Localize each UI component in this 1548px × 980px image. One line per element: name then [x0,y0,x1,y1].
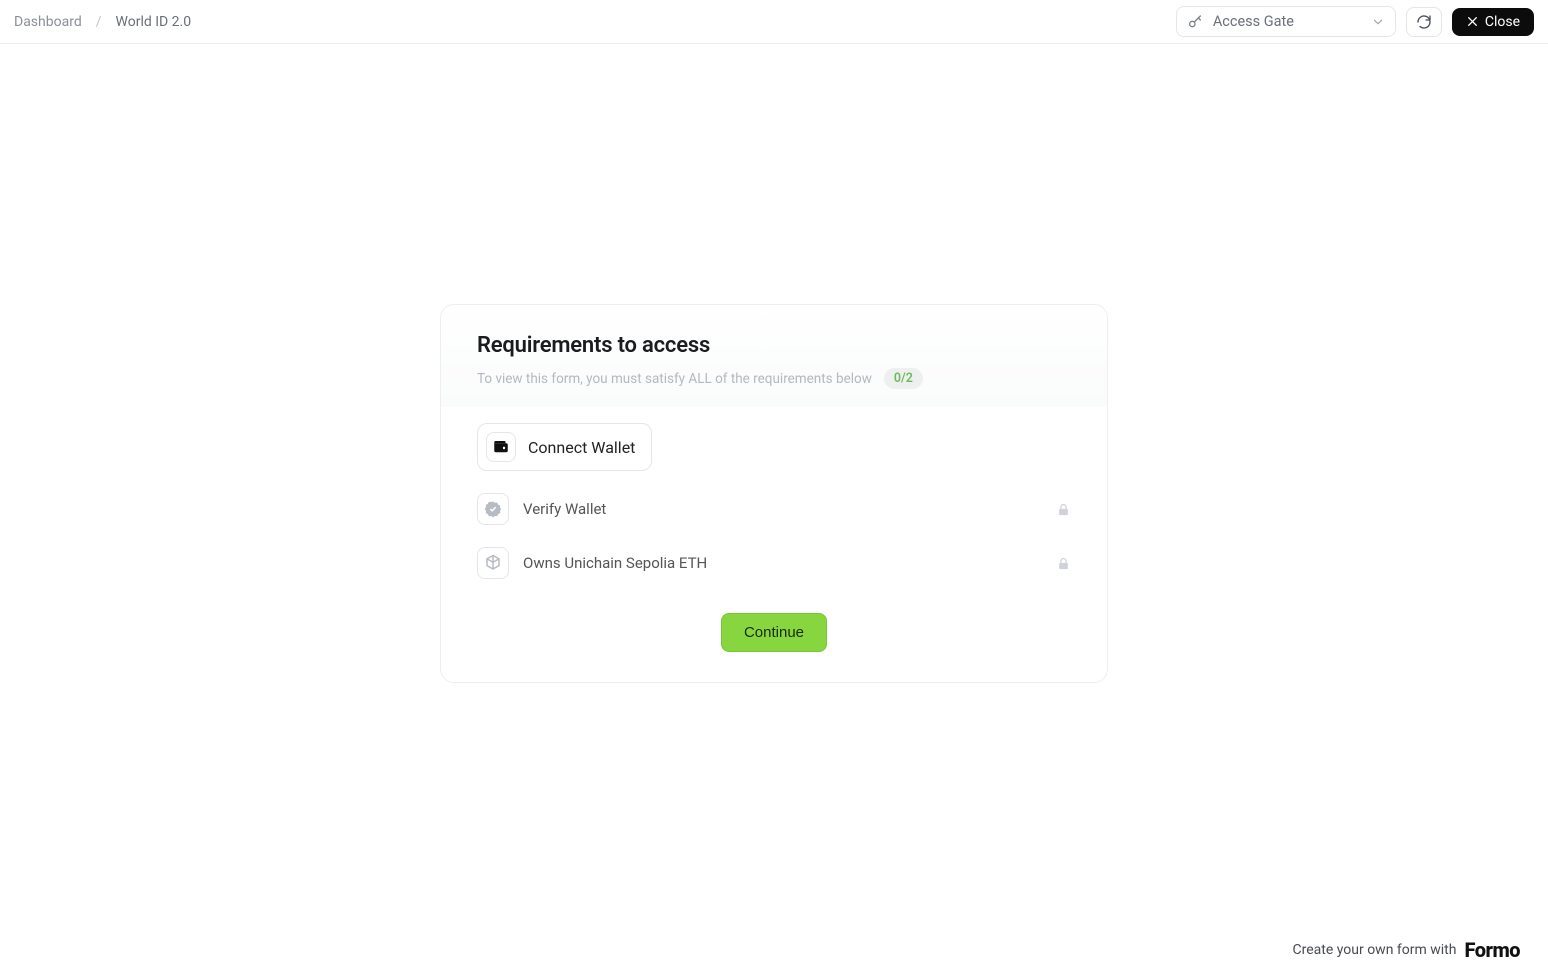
refresh-button[interactable] [1406,7,1442,37]
requirement-item: Verify Wallet [477,493,1071,525]
verify-icon [477,493,509,525]
wallet-icon [486,432,516,462]
close-button[interactable]: Close [1452,8,1534,36]
card-header: Requirements to access To view this form… [441,305,1107,407]
footer-text: Create your own form with [1293,942,1457,958]
main: Requirements to access To view this form… [0,44,1548,683]
requirement-item: Owns Unichain Sepolia ETH [477,547,1071,579]
card-body: Connect Wallet Verify Wallet Owns Unicha… [441,407,1107,682]
breadcrumb: Dashboard / World ID 2.0 [14,14,191,30]
lock-icon [1056,556,1071,571]
breadcrumb-current: World ID 2.0 [116,14,192,30]
breadcrumb-separator: / [96,14,102,30]
requirements-card: Requirements to access To view this form… [440,304,1108,683]
card-subtitle: To view this form, you must satisfy ALL … [477,371,872,387]
chevron-down-icon [1371,15,1385,29]
card-title: Requirements to access [477,333,1071,358]
close-button-label: Close [1485,14,1520,30]
token-icon [477,547,509,579]
progress-badge: 0/2 [884,368,923,389]
refresh-icon [1416,14,1432,30]
close-icon [1466,15,1479,28]
continue-button[interactable]: Continue [721,613,827,652]
connect-wallet-button[interactable]: Connect Wallet [477,423,652,471]
topbar: Dashboard / World ID 2.0 Access Gate [0,0,1548,44]
access-gate-select[interactable]: Access Gate [1176,6,1396,37]
breadcrumb-root[interactable]: Dashboard [14,14,82,30]
connect-wallet-label: Connect Wallet [528,438,635,457]
lock-icon [1056,502,1071,517]
requirement-label: Owns Unichain Sepolia ETH [523,554,707,572]
requirement-label: Verify Wallet [523,500,606,518]
access-gate-select-label: Access Gate [1213,13,1294,30]
footer: Create your own form with Formo [1293,938,1520,962]
footer-brand[interactable]: Formo [1464,938,1520,962]
key-icon [1187,14,1203,30]
top-actions: Access Gate Close [1176,6,1534,37]
